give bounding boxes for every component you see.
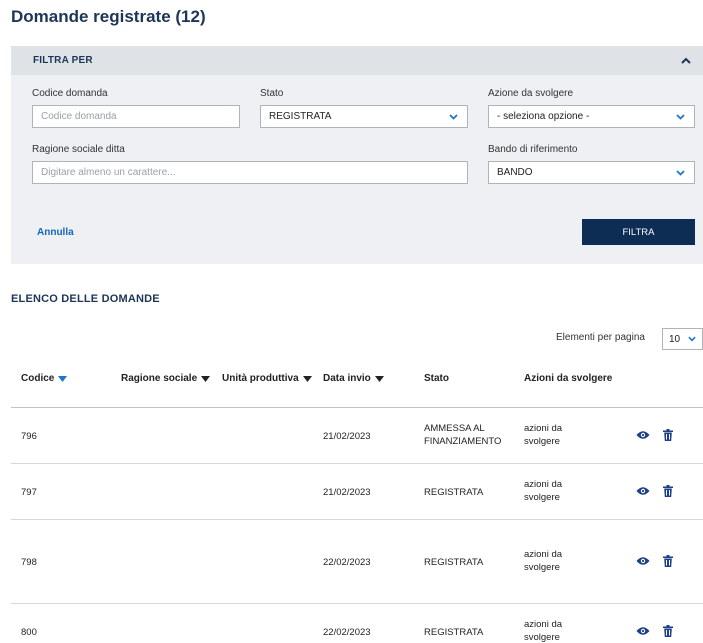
column-header-stato-label: Stato [424,373,449,384]
table-row: 797 21/02/2023 REGISTRATA azioni da svol… [11,464,703,520]
chevron-down-icon [449,112,459,122]
cell-data-invio: 22/02/2023 [323,627,371,638]
column-header-data-label: Data invio [323,373,371,384]
page-title: Domande registrate (12) [11,7,206,26]
cell-data-invio: 21/02/2023 [323,487,371,498]
eye-icon[interactable] [636,626,650,636]
stato-label: Stato [260,88,284,99]
azione-label: Azione da svolgere [488,88,574,99]
codice-domanda-label: Codice domanda [32,88,108,99]
triangle-down-icon [374,375,384,382]
column-header-unita-label: Unità produttiva [222,373,299,384]
column-header-unita[interactable]: Unità produttiva [222,373,312,384]
filtra-button[interactable]: FILTRA [582,219,695,245]
column-header-ragione[interactable]: Ragione sociale [121,373,211,384]
chevron-down-icon [676,168,686,178]
cell-codice: 800 [21,627,37,638]
chevron-down-icon [688,334,698,344]
trash-icon[interactable] [663,625,673,637]
cell-azioni: azioni da svolgere [524,479,563,503]
row-actions [636,625,673,637]
column-header-azioni: Azioni da svolgere [524,373,612,384]
eye-icon[interactable] [636,556,650,566]
azione-select-value: - seleziona opzione - [497,111,590,122]
table-row: 798 22/02/2023 REGISTRATA azioni da svol… [11,520,703,604]
trash-icon[interactable] [663,555,673,567]
cell-azioni: azioni da svolgere [524,423,563,447]
row-actions [636,555,673,567]
column-header-stato: Stato [424,373,449,384]
cell-codice: 797 [21,487,37,498]
row-actions [636,429,673,441]
ragione-sociale-field[interactable] [32,161,468,184]
triangle-down-icon [58,375,68,382]
column-header-ragione-label: Ragione sociale [121,373,198,384]
chevron-up-icon[interactable] [679,54,693,68]
codice-domanda-field[interactable] [32,105,240,128]
bando-select[interactable]: BANDO [488,161,695,184]
filter-header[interactable]: FILTRA PER [11,46,703,75]
cell-codice: 798 [21,557,37,568]
filter-header-title: FILTRA PER [33,55,93,66]
row-actions [636,485,673,497]
cell-azioni: azioni da svolgere [524,619,563,643]
cell-data-invio: 22/02/2023 [323,557,371,568]
ragione-sociale-input[interactable] [41,167,459,178]
per-page-value: 10 [669,333,681,345]
per-page-select[interactable]: 10 [662,328,703,350]
column-header-azioni-label: Azioni da svolgere [524,373,613,384]
cell-stato: AMMESSA AL FINANZIAMENTO [424,423,502,447]
column-header-data[interactable]: Data invio [323,373,384,384]
table-row: 796 21/02/2023 AMMESSA AL FINANZIAMENTO … [11,408,703,464]
annulla-link[interactable]: Annulla [37,227,74,238]
stato-select[interactable]: REGISTRATA [260,105,468,128]
stato-select-value: REGISTRATA [269,111,332,122]
list-title: ELENCO DELLE DOMANDE [11,293,160,305]
triangle-down-icon [302,375,312,382]
azione-select[interactable]: - seleziona opzione - [488,105,695,128]
trash-icon[interactable] [663,429,673,441]
cell-codice: 796 [21,431,37,442]
bando-select-value: BANDO [497,167,533,178]
cell-stato: REGISTRATA [424,487,484,498]
eye-icon[interactable] [636,430,650,440]
filter-panel: FILTRA PER Codice domanda Stato REGISTRA… [11,46,703,264]
codice-domanda-input[interactable] [41,111,231,122]
chevron-down-icon [676,112,686,122]
table-row: 800 22/02/2023 REGISTRATA azioni da svol… [11,604,703,643]
eye-icon[interactable] [636,486,650,496]
cell-stato: REGISTRATA [424,557,484,568]
ragione-sociale-label: Ragione sociale ditta [32,144,125,155]
bando-label: Bando di riferimento [488,144,578,155]
per-page-label: Elementi per pagina [556,332,645,343]
cell-stato: REGISTRATA [424,627,484,638]
column-header-codice-label: Codice [21,373,55,384]
trash-icon[interactable] [663,485,673,497]
cell-azioni: azioni da svolgere [524,549,563,573]
column-header-codice[interactable]: Codice [21,373,68,384]
cell-data-invio: 21/02/2023 [323,431,371,442]
triangle-down-icon [201,375,211,382]
